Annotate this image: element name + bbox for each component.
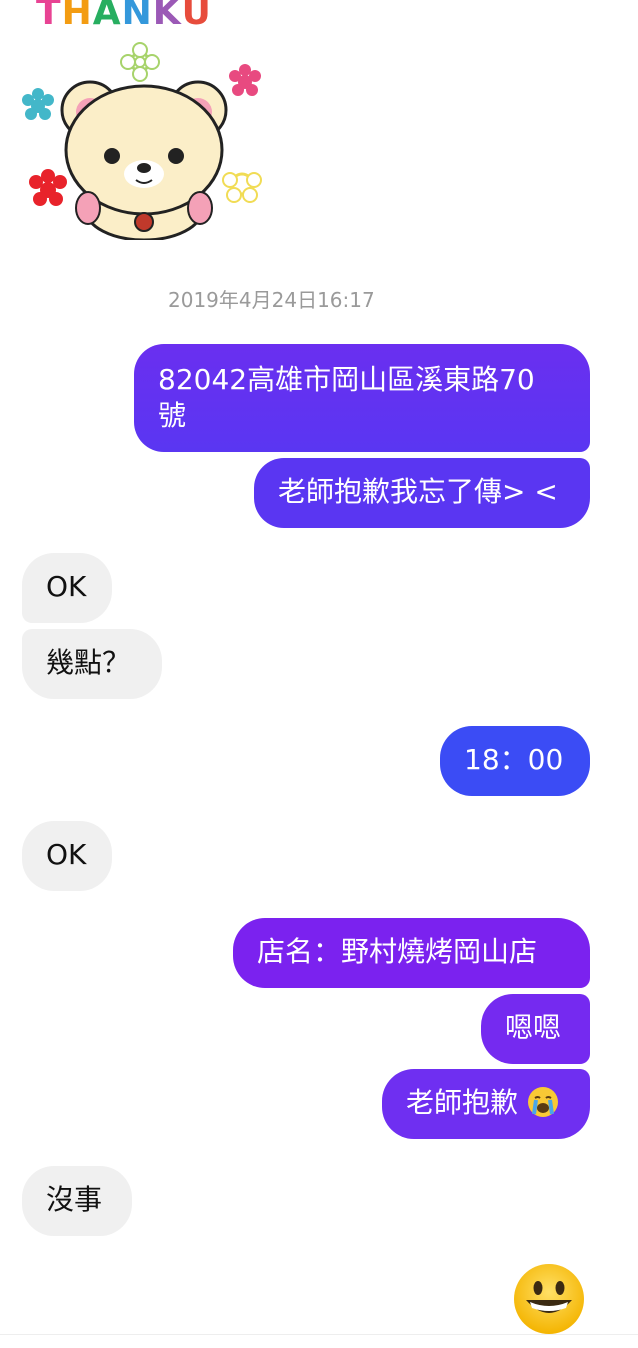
flower-icon xyxy=(22,88,54,120)
message-bubble-outgoing[interactable]: 82042高雄市岡山區溪東路70 號 xyxy=(134,344,590,452)
message-timestamp: 2019年4月24日16:17 xyxy=(168,288,375,312)
message-text: 號 xyxy=(158,399,187,432)
message-bubble-outgoing[interactable]: 店名：野村燒烤岡山店 xyxy=(233,918,590,988)
message-bubble-outgoing[interactable]: 老師抱歉 xyxy=(382,1069,590,1139)
bear-icon xyxy=(22,42,262,240)
grinning-face-icon[interactable] xyxy=(512,1262,586,1340)
message-bubble-incoming[interactable]: OK xyxy=(22,821,112,891)
flower-icon xyxy=(29,169,67,206)
flower-icon xyxy=(120,42,160,82)
message-text: 老師抱歉 xyxy=(406,1086,519,1119)
message-text: 82042高雄市岡山區溪東路70 xyxy=(158,363,535,396)
divider xyxy=(0,1334,638,1335)
message-bubble-outgoing[interactable]: 老師抱歉我忘了傳> < xyxy=(254,458,590,528)
flower-icon xyxy=(222,172,262,203)
message-bubble-outgoing[interactable]: 嗯嗯 xyxy=(481,994,590,1064)
message-bubble-incoming[interactable]: 沒事 xyxy=(22,1166,132,1236)
thank-you-sticker[interactable]: THANK U xyxy=(20,0,270,240)
message-bubble-incoming[interactable]: 幾點？ xyxy=(22,629,162,699)
flower-icon xyxy=(229,64,261,96)
message-bubble-incoming[interactable]: OK xyxy=(22,553,112,623)
crying-face-icon xyxy=(527,1086,559,1127)
message-bubble-outgoing[interactable]: 18：00 xyxy=(440,726,590,796)
